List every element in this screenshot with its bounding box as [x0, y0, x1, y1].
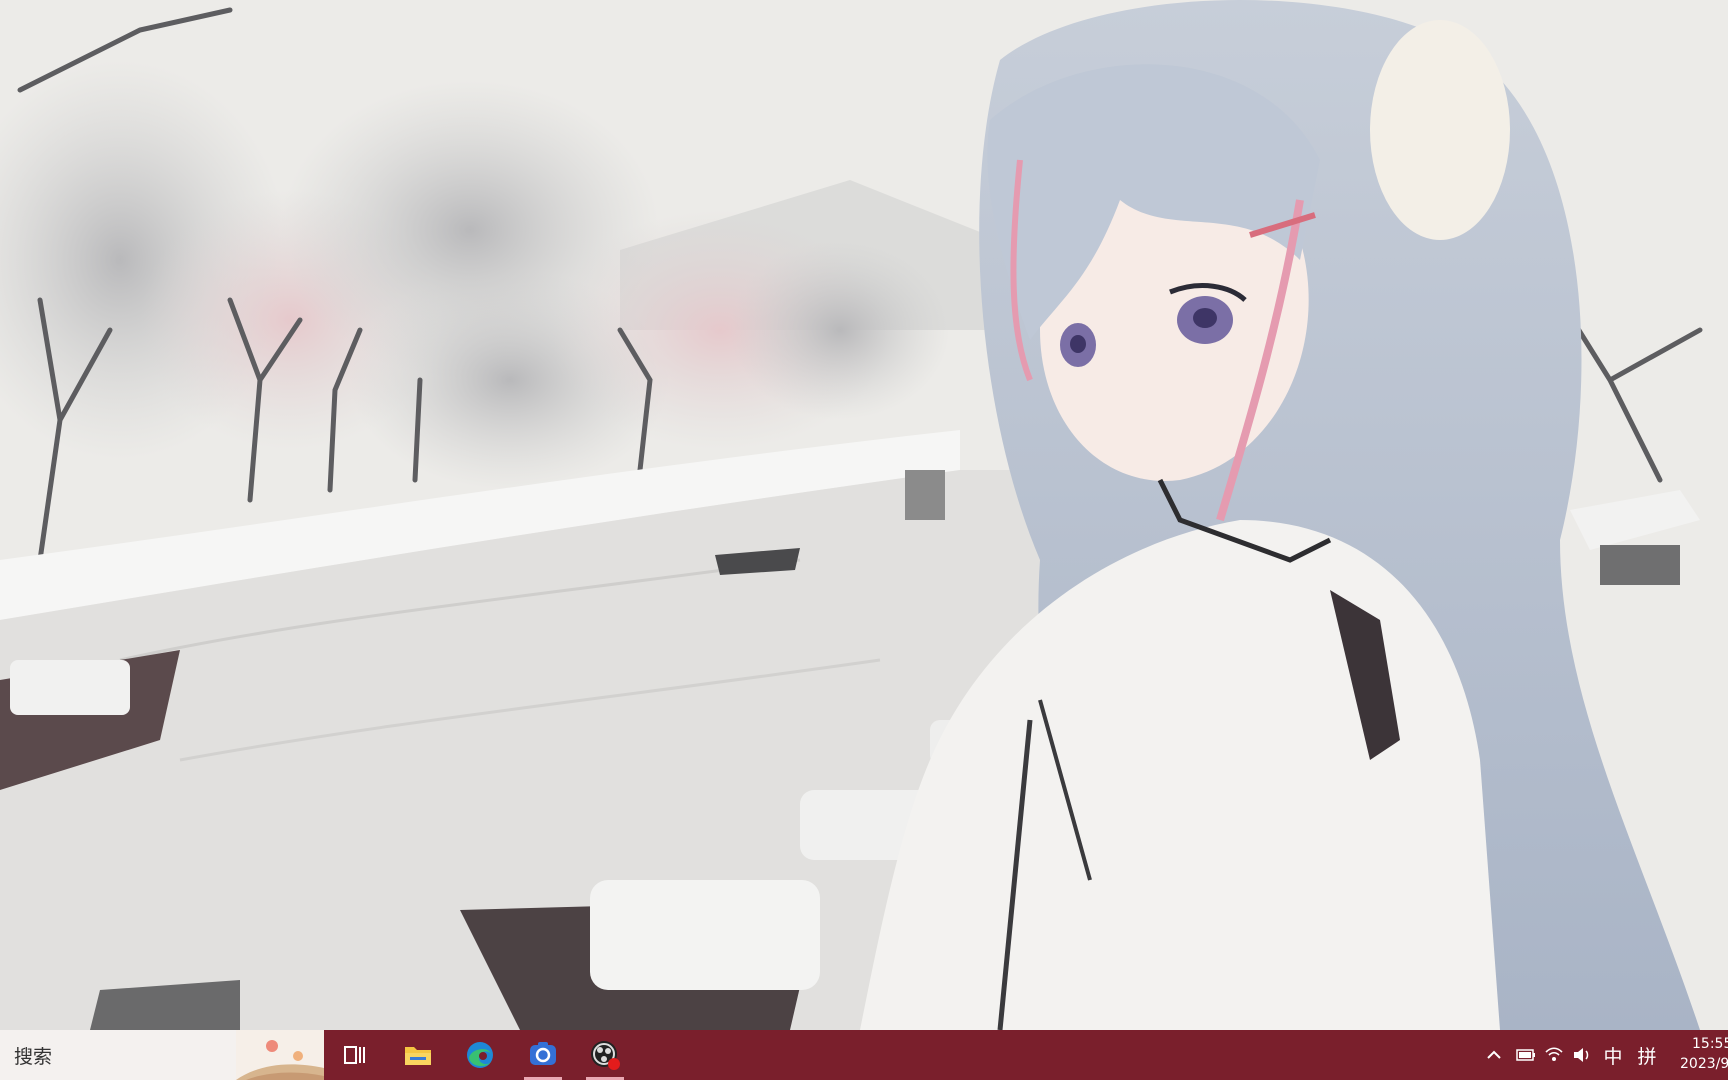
taskbar-search-box[interactable]: 搜索 [0, 1030, 324, 1080]
taskbar: 搜索 中 拼 15:55 2023/9 [0, 1030, 1728, 1080]
system-tray: 中 拼 [1476, 1030, 1664, 1080]
task-view-icon [344, 1046, 365, 1064]
speaker-icon [1574, 1048, 1589, 1062]
folder-icon [405, 1047, 431, 1065]
edge-browser-button[interactable] [455, 1030, 505, 1080]
file-explorer-button[interactable] [393, 1030, 443, 1080]
camera-icon [530, 1042, 556, 1065]
battery-button[interactable] [1512, 1030, 1540, 1080]
network-button[interactable] [1540, 1030, 1568, 1080]
taskbar-clock[interactable]: 15:55 2023/9 [1680, 1030, 1728, 1080]
edge-browser-icon [467, 1042, 493, 1068]
ime-mode-button[interactable]: 中 [1596, 1030, 1630, 1080]
show-hidden-icons-button[interactable] [1476, 1030, 1512, 1080]
chevron-up-icon [1487, 1050, 1501, 1059]
ime-layout-button[interactable]: 拼 [1630, 1030, 1664, 1080]
task-view-button[interactable] [330, 1030, 380, 1080]
screenshot-tool-button[interactable] [518, 1030, 568, 1080]
battery-icon [1516, 1049, 1535, 1061]
record-icon [591, 1041, 620, 1070]
clock-date: 2023/9 [1680, 1056, 1728, 1072]
clock-time: 15:55 [1692, 1036, 1728, 1052]
obs-recorder-button[interactable] [580, 1030, 630, 1080]
search-placeholder: 搜索 [14, 1045, 53, 1068]
search-highlight-art [236, 1030, 324, 1080]
volume-button[interactable] [1568, 1030, 1596, 1080]
desktop[interactable] [0, 0, 1728, 1030]
wifi-icon [1545, 1047, 1563, 1061]
desktop-wallpaper [0, 0, 1728, 1030]
